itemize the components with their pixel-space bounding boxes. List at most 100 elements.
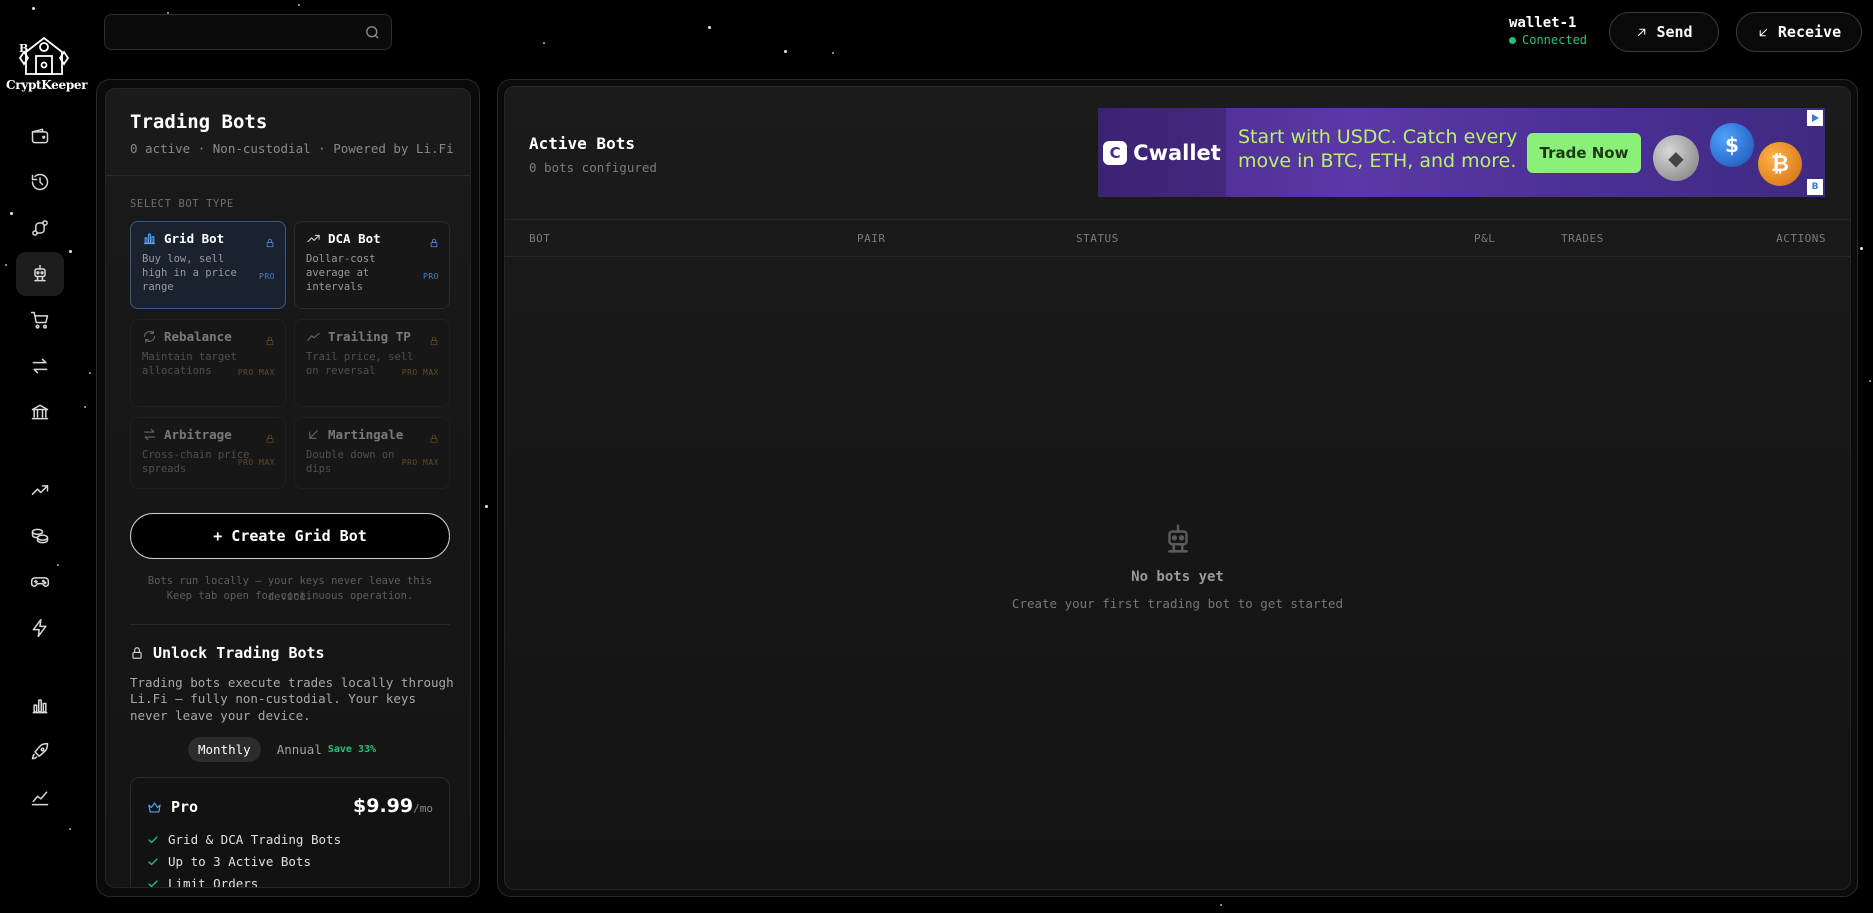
adchoices-icon[interactable] xyxy=(1807,110,1823,126)
ad-cta-button[interactable]: Trade Now xyxy=(1527,133,1641,173)
page-subtitle: 0 active · Non-custodial · Powered by Li… xyxy=(130,141,454,156)
billing-monthly[interactable]: Monthly xyxy=(188,737,261,762)
plan-feature: Grid & DCA Trading Bots xyxy=(147,832,341,847)
empty-title: No bots yet xyxy=(1131,569,1224,585)
nav-staking[interactable] xyxy=(16,514,64,558)
receive-label: Receive xyxy=(1777,23,1842,41)
bot-type-rebalance[interactable]: Rebalance Maintain target allocations PR… xyxy=(130,319,286,407)
plan-price-period: /mo xyxy=(413,802,433,815)
plan-name-text: Pro xyxy=(171,798,199,816)
plan-name: Pro xyxy=(147,798,198,816)
tier-badge: PRO MAX xyxy=(237,458,275,467)
unlock-title: Unlock Trading Bots xyxy=(130,644,325,662)
bot-type-name: DCA Bot xyxy=(328,231,381,246)
nav-bridge[interactable] xyxy=(16,206,64,250)
rocket-icon xyxy=(31,742,49,760)
send-button[interactable]: Send xyxy=(1609,12,1719,52)
search-bar xyxy=(104,14,392,50)
cart-icon xyxy=(30,311,49,329)
nav-analytics[interactable] xyxy=(16,684,64,728)
line-chart-icon xyxy=(31,791,49,806)
bot-type-trailing-tp[interactable]: Trailing TP Trail price, sell on reversa… xyxy=(294,319,450,407)
ad-brand: C Cwallet xyxy=(1098,108,1226,197)
ad-brand-name: Cwallet xyxy=(1133,140,1221,165)
wallet-info[interactable]: wallet-1 Connected xyxy=(1509,15,1587,47)
section-label: SELECT BOT TYPE xyxy=(130,198,234,210)
usdc-coin-icon: $ xyxy=(1710,123,1754,167)
bot-type-name: Grid Bot xyxy=(164,231,225,246)
bot-type-name: Arbitrage xyxy=(164,427,232,442)
col-bot: BOT xyxy=(529,232,551,245)
plan-price: $9.99/mo xyxy=(353,795,433,817)
arrow-down-left-icon xyxy=(309,430,318,439)
lightning-icon xyxy=(32,618,47,638)
nav-trading-bots[interactable] xyxy=(16,252,64,296)
bot-type-dca[interactable]: DCA Bot Dollar-cost average at intervals… xyxy=(294,221,450,309)
bot-type-desc: Buy low, sell high in a price range xyxy=(142,253,237,294)
col-pair: PAIR xyxy=(857,232,886,245)
nav-history[interactable] xyxy=(16,160,64,204)
bot-type-name: Trailing TP xyxy=(328,329,411,344)
bar-chart-icon xyxy=(143,233,156,245)
col-actions: ACTIONS xyxy=(1776,232,1826,245)
nav-shop[interactable] xyxy=(16,298,64,342)
vault-logo-icon: B xyxy=(18,36,70,75)
ad-banner[interactable]: C Cwallet Start with USDC. Catch every m… xyxy=(1098,108,1825,197)
bot-type-arbitrage[interactable]: Arbitrage Cross-chain price spreads PRO … xyxy=(130,417,286,489)
nav-bank[interactable] xyxy=(16,390,64,434)
star xyxy=(89,372,91,374)
billing-annual-label: Annual xyxy=(276,742,322,757)
unlock-description: Trading bots execute trades locally thro… xyxy=(130,675,454,723)
trending-up-icon xyxy=(307,234,320,243)
bot-type-martingale[interactable]: Martingale Double down on dips PRO MAX xyxy=(294,417,450,489)
nav-flash[interactable] xyxy=(16,606,64,650)
billing-toggle: Monthly Annual Save 33% xyxy=(188,737,386,762)
lock-icon xyxy=(265,331,275,350)
star xyxy=(1860,247,1863,250)
app-logo[interactable]: B CryptKeeper xyxy=(6,30,88,92)
wallet-name: wallet-1 xyxy=(1509,15,1577,31)
nav-launch[interactable] xyxy=(16,730,64,774)
plan-feature: Limit Orders xyxy=(147,876,259,888)
nav-markets[interactable] xyxy=(16,468,64,512)
col-pnl: P&L xyxy=(1474,232,1496,245)
bank-icon xyxy=(31,404,49,420)
trending-up-icon xyxy=(31,485,49,495)
search-input[interactable] xyxy=(105,15,391,49)
table-header: BOT PAIR STATUS P&L TRADES ACTIONS xyxy=(505,219,1850,257)
bot-type-desc: Dollar-cost average at intervals xyxy=(306,253,376,294)
app-name: CryptKeeper xyxy=(6,78,88,92)
receive-button[interactable]: Receive xyxy=(1736,12,1862,52)
nav-swap[interactable] xyxy=(16,344,64,388)
star xyxy=(708,26,711,29)
plan-feature-text: Limit Orders xyxy=(168,876,259,888)
swap-icon xyxy=(32,358,48,374)
plan-card-pro[interactable]: Pro $9.99/mo Grid & DCA Trading Bots Up … xyxy=(130,777,450,888)
create-bot-button[interactable]: + Create Grid Bot xyxy=(130,513,450,559)
nav-games[interactable] xyxy=(16,560,64,604)
refresh-icon xyxy=(143,330,156,343)
history-icon xyxy=(31,173,49,191)
ad-info-icon[interactable]: B xyxy=(1807,179,1823,195)
check-icon xyxy=(148,879,158,887)
divider xyxy=(130,624,450,625)
nav-charts[interactable] xyxy=(16,776,64,820)
chart-line-icon xyxy=(307,332,320,341)
active-bots-card: Active Bots 0 bots configured C Cwallet … xyxy=(504,86,1851,890)
billing-annual[interactable]: Annual Save 33% xyxy=(267,737,386,762)
tier-badge: PRO MAX xyxy=(401,458,439,467)
eth-coin-icon: ◆ xyxy=(1653,135,1699,181)
send-label: Send xyxy=(1656,23,1693,41)
ad-headline: Start with USDC. Catch every move in BTC… xyxy=(1238,126,1518,172)
plan-price-value: $9.99 xyxy=(353,795,414,817)
active-bots-title: Active Bots xyxy=(529,134,635,153)
nav-wallet[interactable] xyxy=(16,114,64,158)
bot-type-grid[interactable]: Grid Bot Buy low, sell high in a price r… xyxy=(130,221,286,309)
search-icon[interactable] xyxy=(364,24,381,45)
col-status: STATUS xyxy=(1076,232,1119,245)
gamepad-icon xyxy=(30,577,50,587)
status-dot-icon xyxy=(1509,36,1516,44)
tier-badge: PRO MAX xyxy=(401,368,439,377)
star xyxy=(1869,380,1871,382)
btc-coin-icon: ₿ xyxy=(1758,142,1802,186)
